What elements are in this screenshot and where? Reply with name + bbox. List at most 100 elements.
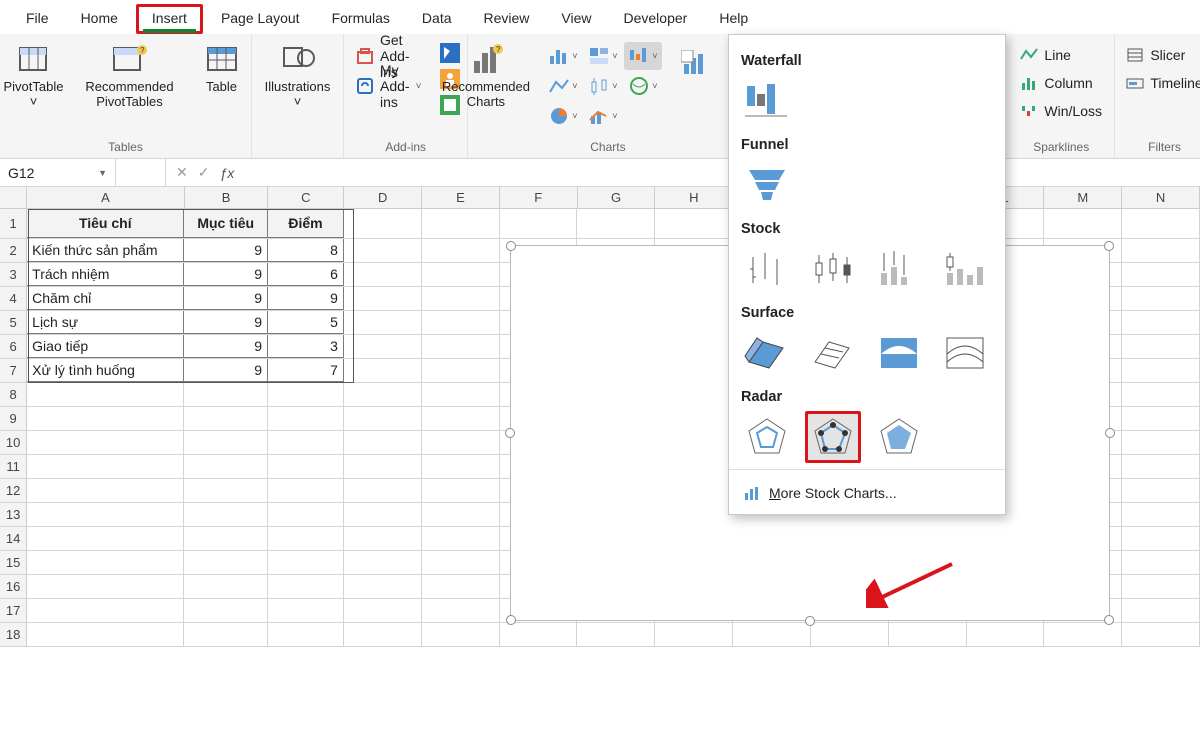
cell[interactable] bbox=[268, 479, 344, 502]
cell[interactable] bbox=[268, 503, 344, 526]
cell[interactable] bbox=[27, 431, 184, 454]
cell[interactable] bbox=[422, 599, 500, 622]
cancel-icon[interactable]: ✕ bbox=[176, 164, 188, 181]
cell[interactable] bbox=[1122, 479, 1200, 502]
col-header[interactable]: E bbox=[422, 187, 500, 208]
surface-3d-option[interactable] bbox=[739, 327, 795, 379]
cell[interactable] bbox=[422, 311, 500, 334]
waterfall-chart-button[interactable]: ˅ bbox=[624, 42, 662, 70]
col-header[interactable]: C bbox=[268, 187, 344, 208]
cell[interactable] bbox=[184, 599, 268, 622]
row-header[interactable]: 6 bbox=[0, 335, 27, 358]
funnel-chart-option[interactable] bbox=[739, 159, 795, 211]
name-box[interactable]: G12▼ bbox=[0, 159, 116, 186]
resize-handle[interactable] bbox=[505, 428, 515, 438]
formula-input[interactable] bbox=[244, 159, 1200, 186]
cell[interactable]: Kiến thức sản phẩm bbox=[27, 239, 184, 262]
radar-filled-option[interactable] bbox=[871, 411, 927, 463]
cell[interactable] bbox=[268, 527, 344, 550]
cell[interactable] bbox=[422, 503, 500, 526]
sparkline-line-button[interactable]: Line bbox=[1014, 42, 1108, 68]
cell[interactable] bbox=[184, 623, 268, 646]
recommended-pivottables-button[interactable]: ? Recommended PivotTables bbox=[80, 38, 180, 114]
tab-page-layout[interactable]: Page Layout bbox=[205, 4, 316, 34]
cell[interactable] bbox=[268, 455, 344, 478]
cell[interactable] bbox=[1122, 575, 1200, 598]
cell[interactable] bbox=[500, 209, 578, 238]
cell[interactable] bbox=[422, 383, 500, 406]
surface-contour-option[interactable] bbox=[871, 327, 927, 379]
cell[interactable] bbox=[967, 623, 1045, 646]
cell[interactable] bbox=[1122, 263, 1200, 286]
timeline-button[interactable]: Timeline bbox=[1120, 70, 1200, 96]
resize-handle[interactable] bbox=[506, 615, 516, 625]
cell[interactable] bbox=[344, 287, 422, 310]
tab-formulas[interactable]: Formulas bbox=[316, 4, 406, 34]
cell[interactable] bbox=[344, 527, 422, 550]
row-header[interactable]: 13 bbox=[0, 503, 27, 526]
table-button[interactable]: Table bbox=[186, 38, 258, 99]
tab-insert[interactable]: Insert bbox=[136, 4, 203, 34]
cell[interactable] bbox=[344, 359, 422, 382]
tab-developer[interactable]: Developer bbox=[608, 4, 704, 34]
cell[interactable] bbox=[422, 263, 500, 286]
cell[interactable] bbox=[1122, 599, 1200, 622]
cell[interactable] bbox=[889, 623, 967, 646]
row-header[interactable]: 10 bbox=[0, 431, 27, 454]
cell[interactable] bbox=[1122, 431, 1200, 454]
cell[interactable]: Điểm bbox=[268, 209, 344, 238]
cell[interactable] bbox=[344, 623, 422, 646]
cell[interactable]: 9 bbox=[184, 335, 268, 358]
maps-button[interactable]: ˅ bbox=[624, 72, 662, 100]
stock-hlc-option[interactable] bbox=[739, 243, 795, 295]
select-all-corner[interactable] bbox=[0, 187, 27, 208]
recommended-charts-button[interactable]: ? Recommended Charts bbox=[434, 38, 538, 114]
col-header[interactable]: B bbox=[185, 187, 269, 208]
cell[interactable]: 3 bbox=[268, 335, 344, 358]
col-header[interactable]: H bbox=[655, 187, 733, 208]
row-header[interactable]: 8 bbox=[0, 383, 27, 406]
hierarchy-chart-button[interactable]: ˅ bbox=[584, 42, 622, 70]
stock-vohlc-option[interactable] bbox=[937, 243, 993, 295]
cell[interactable]: Tiêu chí bbox=[27, 209, 184, 238]
cell[interactable] bbox=[1122, 383, 1200, 406]
cell[interactable]: 9 bbox=[268, 287, 344, 310]
pivotchart-button[interactable] bbox=[670, 42, 722, 132]
stock-ohlc-option[interactable] bbox=[805, 243, 861, 295]
surface-wireframe-option[interactable] bbox=[805, 327, 861, 379]
cell[interactable]: Xử lý tình huống bbox=[27, 359, 184, 382]
cell[interactable]: 7 bbox=[268, 359, 344, 382]
cell[interactable] bbox=[1122, 503, 1200, 526]
cell[interactable] bbox=[422, 359, 500, 382]
cell[interactable] bbox=[344, 455, 422, 478]
cell[interactable] bbox=[344, 407, 422, 430]
cell[interactable] bbox=[344, 239, 422, 262]
illustrations-button[interactable]: Illustrations˅ bbox=[258, 38, 338, 114]
row-header[interactable]: 2 bbox=[0, 239, 27, 262]
col-header[interactable]: D bbox=[344, 187, 422, 208]
stock-vhlc-option[interactable] bbox=[871, 243, 927, 295]
cell[interactable] bbox=[422, 455, 500, 478]
row-header[interactable]: 7 bbox=[0, 359, 27, 382]
pie-chart-button[interactable]: ˅ bbox=[544, 102, 582, 130]
cell[interactable] bbox=[577, 209, 655, 238]
cell[interactable] bbox=[344, 335, 422, 358]
cell[interactable] bbox=[268, 383, 344, 406]
tab-help[interactable]: Help bbox=[703, 4, 764, 34]
cell[interactable] bbox=[344, 209, 422, 238]
cell[interactable] bbox=[344, 431, 422, 454]
row-header[interactable]: 14 bbox=[0, 527, 27, 550]
cell[interactable] bbox=[422, 527, 500, 550]
cell[interactable] bbox=[27, 551, 184, 574]
cell[interactable] bbox=[184, 455, 268, 478]
resize-handle[interactable] bbox=[1104, 615, 1114, 625]
cell[interactable] bbox=[184, 551, 268, 574]
cell[interactable] bbox=[1122, 407, 1200, 430]
row-header[interactable]: 18 bbox=[0, 623, 27, 646]
cell[interactable] bbox=[422, 479, 500, 502]
row-header[interactable]: 17 bbox=[0, 599, 27, 622]
cell[interactable]: 8 bbox=[268, 239, 344, 262]
more-stock-charts-button[interactable]: MMore Stock Charts...ore Stock Charts... bbox=[739, 476, 995, 510]
cell[interactable]: 5 bbox=[268, 311, 344, 334]
cell[interactable] bbox=[344, 503, 422, 526]
